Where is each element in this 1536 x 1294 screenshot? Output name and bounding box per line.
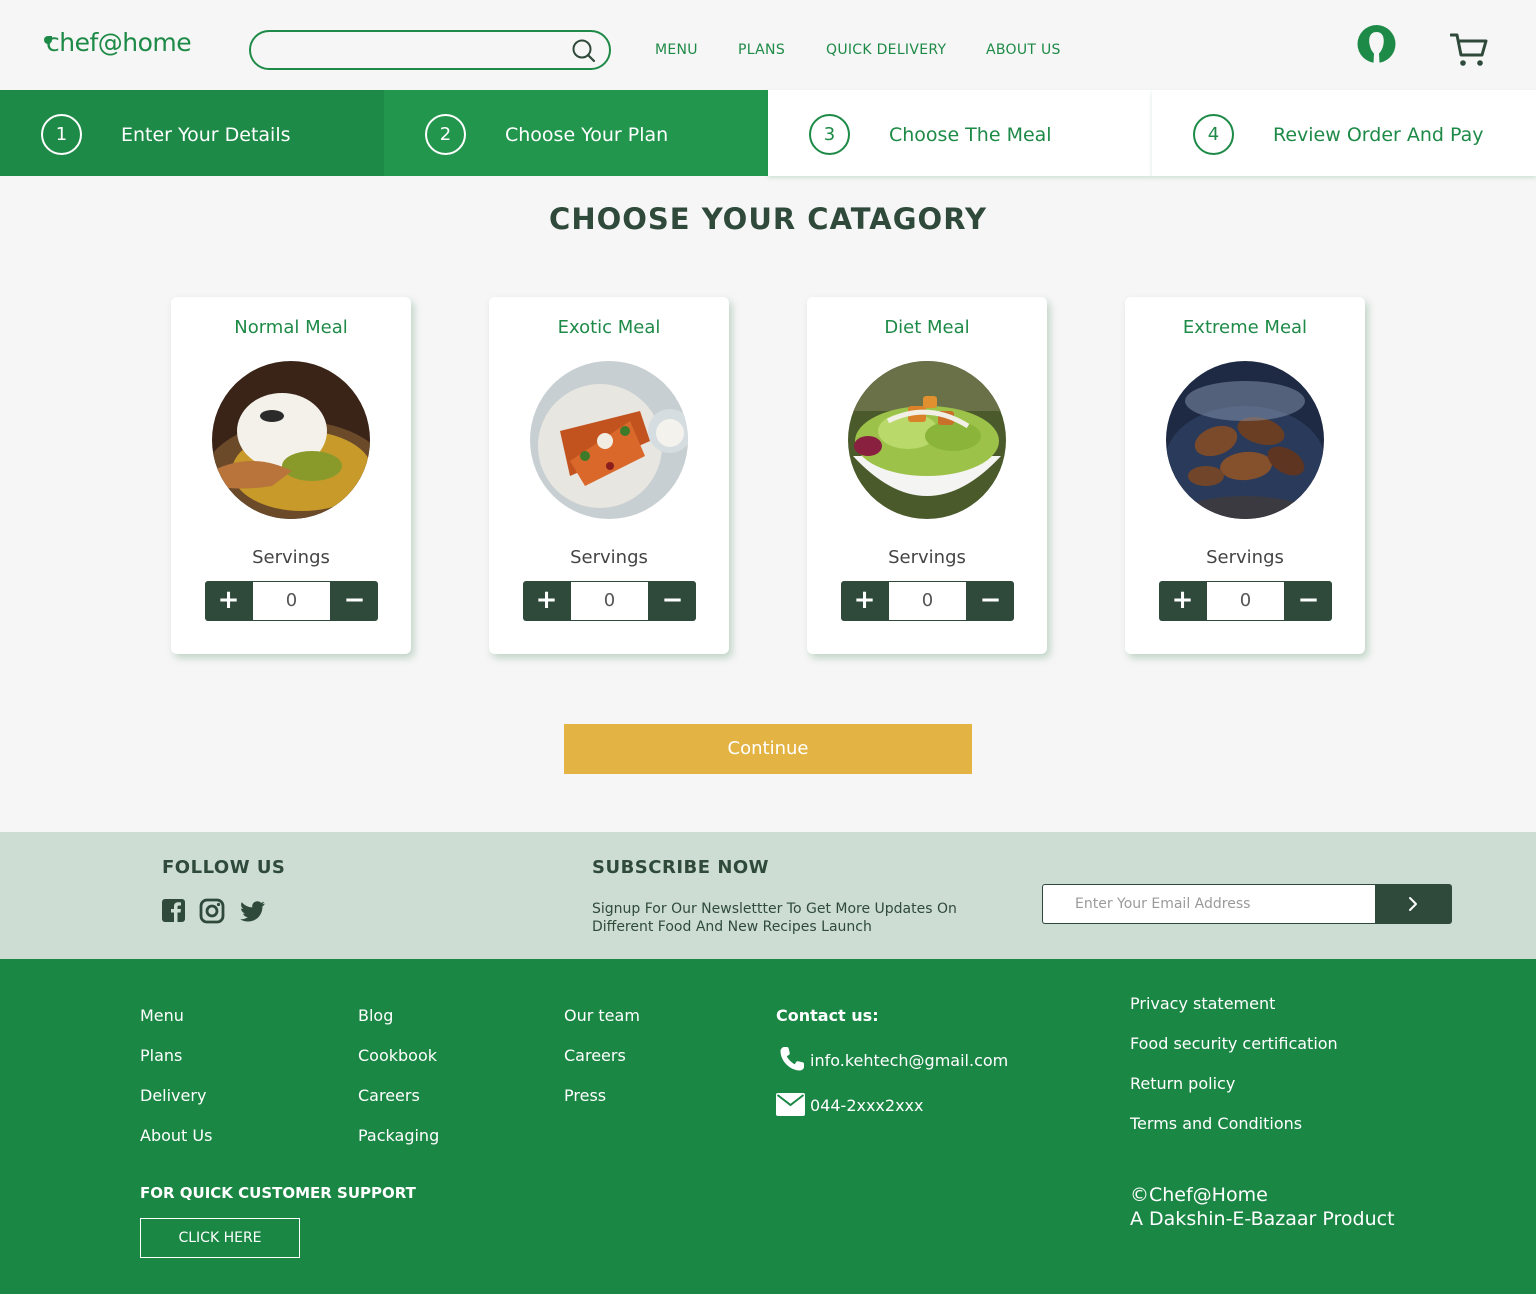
servings-label: Servings — [888, 547, 966, 568]
footer-link-delivery[interactable]: Delivery — [140, 1086, 206, 1105]
nav-menu[interactable]: MENU — [655, 42, 698, 58]
footer-link-our-team[interactable]: Our team — [564, 1006, 640, 1025]
footer-link-menu[interactable]: Menu — [140, 1006, 184, 1025]
step-number: 4 — [1193, 114, 1234, 155]
meal-photo — [530, 361, 688, 519]
nav-quick-delivery[interactable]: QUICK DELIVERY — [826, 42, 946, 58]
footer-link-return-policy[interactable]: Return policy — [1130, 1074, 1235, 1093]
leaf-icon — [44, 36, 52, 44]
step-choose-plan[interactable]: 2 Choose Your Plan — [384, 90, 768, 176]
subscribe-submit-button[interactable] — [1375, 884, 1452, 924]
logo[interactable]: chef@home — [44, 28, 192, 57]
quantity-stepper: + 0 − — [841, 581, 1014, 621]
quantity-value[interactable]: 0 — [1206, 581, 1285, 621]
site-header: chef@home MENU PLANS QUICK DELIVERY ABOU… — [0, 0, 1536, 90]
user-icon[interactable] — [1356, 25, 1397, 63]
quantity-value[interactable]: 0 — [888, 581, 967, 621]
copyright-line: ©Chef@Home — [1130, 1184, 1268, 1206]
cart-icon[interactable] — [1450, 32, 1488, 68]
servings-label: Servings — [1206, 547, 1284, 568]
servings-label: Servings — [252, 547, 330, 568]
site-footer: Menu Plans Delivery About Us Blog Cookbo… — [0, 959, 1536, 1294]
step-number: 2 — [425, 114, 466, 155]
step-label: Choose The Meal — [889, 124, 1052, 146]
decrement-button[interactable]: − — [1285, 581, 1332, 621]
logo-text: chef@home — [46, 28, 192, 57]
meal-card-extreme: Extreme Meal Servings + 0 − — [1125, 297, 1365, 654]
quantity-stepper: + 0 − — [205, 581, 378, 621]
footer-link-blog[interactable]: Blog — [358, 1006, 393, 1025]
increment-button[interactable]: + — [1159, 581, 1206, 621]
meal-card-normal: Normal Meal Servings + 0 − — [171, 297, 411, 654]
footer-link-about-us[interactable]: About Us — [140, 1126, 212, 1145]
increment-button[interactable]: + — [205, 581, 252, 621]
meal-card-title: Diet Meal — [884, 317, 970, 338]
chevron-right-icon — [1409, 897, 1417, 911]
mail-icon — [776, 1093, 805, 1116]
subscribe-heading: SUBSCRIBE NOW — [592, 857, 770, 878]
support-button[interactable]: CLICK HERE — [140, 1218, 300, 1258]
decrement-button[interactable]: − — [967, 581, 1014, 621]
step-label: Enter Your Details — [121, 124, 291, 146]
step-label: Review Order And Pay — [1273, 124, 1484, 146]
footer-link-careers[interactable]: Careers — [358, 1086, 420, 1105]
step-choose-meal[interactable]: 3 Choose The Meal — [768, 90, 1152, 176]
quantity-value[interactable]: 0 — [570, 581, 649, 621]
decrement-button[interactable]: − — [649, 581, 696, 621]
step-enter-details[interactable]: 1 Enter Your Details — [0, 90, 384, 176]
nav-plans[interactable]: PLANS — [738, 42, 785, 58]
page-title: CHOOSE YOUR CATAGORY — [549, 202, 987, 236]
search-bar — [249, 30, 611, 70]
step-number: 1 — [41, 114, 82, 155]
instagram-icon[interactable] — [199, 898, 227, 926]
quantity-value[interactable]: 0 — [252, 581, 331, 621]
search-input[interactable] — [269, 40, 559, 62]
support-heading: FOR QUICK CUSTOMER SUPPORT — [140, 1184, 416, 1202]
footer-link-careers-2[interactable]: Careers — [564, 1046, 626, 1065]
email-field-wrapper — [1042, 884, 1376, 924]
follow-us-heading: FOLLOW US — [162, 857, 286, 878]
footer-link-food-security[interactable]: Food security certification — [1130, 1034, 1338, 1053]
checkout-steps: 1 Enter Your Details 2 Choose Your Plan … — [0, 90, 1536, 176]
contact-email[interactable]: info.kehtech@gmail.com — [810, 1051, 1008, 1070]
footer-link-press[interactable]: Press — [564, 1086, 606, 1105]
email-field[interactable] — [1043, 885, 1376, 923]
meal-photo — [1166, 361, 1324, 519]
decrement-button[interactable]: − — [331, 581, 378, 621]
search-icon[interactable] — [571, 38, 597, 64]
follow-subscribe-band: FOLLOW US SUBSCRIBE NOW Signup For Our N… — [0, 832, 1536, 959]
meal-photo — [848, 361, 1006, 519]
footer-link-terms[interactable]: Terms and Conditions — [1130, 1114, 1302, 1133]
increment-button[interactable]: + — [841, 581, 888, 621]
footer-link-packaging[interactable]: Packaging — [358, 1126, 439, 1145]
meal-card-title: Extreme Meal — [1182, 317, 1308, 338]
contact-heading: Contact us: — [776, 1006, 879, 1025]
step-review-pay[interactable]: 4 Review Order And Pay — [1152, 90, 1536, 176]
step-number: 3 — [809, 114, 850, 155]
meal-photo — [212, 361, 370, 519]
meal-card-title: Exotic Meal — [557, 317, 661, 338]
quantity-stepper: + 0 − — [1159, 581, 1332, 621]
facebook-icon[interactable] — [161, 898, 189, 926]
continue-button[interactable]: Continue — [564, 724, 972, 774]
subscribe-description: Signup For Our Newslettter To Get More U… — [592, 901, 957, 935]
footer-link-plans[interactable]: Plans — [140, 1046, 182, 1065]
footer-link-cookbook[interactable]: Cookbook — [358, 1046, 437, 1065]
footer-link-privacy[interactable]: Privacy statement — [1130, 994, 1275, 1013]
twitter-icon[interactable] — [238, 898, 266, 926]
servings-label: Servings — [570, 547, 648, 568]
increment-button[interactable]: + — [523, 581, 570, 621]
meal-card-diet: Diet Meal Servings + 0 − — [807, 297, 1047, 654]
phone-icon — [780, 1047, 804, 1071]
meal-card-title: Normal Meal — [234, 317, 348, 338]
quantity-stepper: + 0 − — [523, 581, 696, 621]
company-tagline: A Dakshin-E-Bazaar Product — [1130, 1208, 1395, 1230]
step-label: Choose Your Plan — [505, 124, 669, 146]
meal-card-exotic: Exotic Meal Servings + 0 − — [489, 297, 729, 654]
contact-phone[interactable]: 044-2xxx2xxx — [810, 1096, 923, 1115]
nav-about-us[interactable]: ABOUT US — [986, 42, 1061, 58]
